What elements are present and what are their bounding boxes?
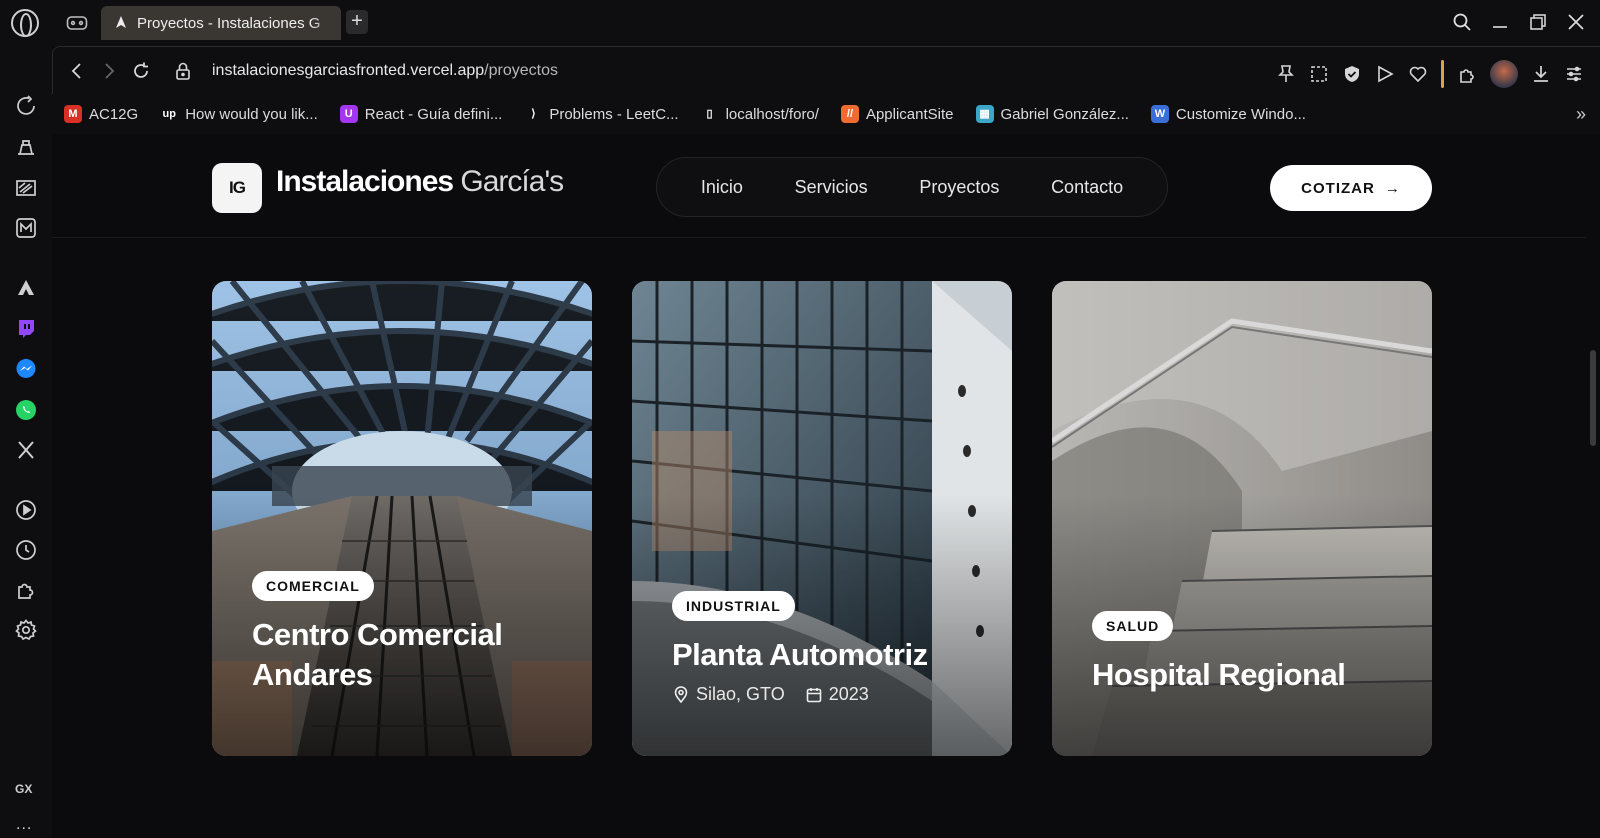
main-nav: Inicio Servicios Proyectos Contacto (656, 157, 1168, 217)
bookmark-item[interactable]: ▯ localhost/foro/ (700, 105, 819, 123)
nav-link-contacto[interactable]: Contacto (1051, 177, 1123, 198)
sidebar-extensions-icon[interactable] (14, 578, 38, 602)
gx-control-icon[interactable] (66, 14, 88, 32)
settings-icon[interactable] (14, 618, 38, 642)
bookmark-item[interactable]: up How would you lik... (160, 105, 318, 123)
whatsapp-icon[interactable] (14, 398, 38, 422)
project-title: Centro Comercial Andares (252, 617, 503, 692)
bookmark-item[interactable]: U React - Guía defini... (339, 105, 503, 123)
project-meta: Silao, GTO 2023 (672, 684, 869, 705)
gx-label[interactable]: GX (15, 782, 32, 796)
page-icon: ▯ (700, 105, 719, 123)
nav-link-inicio[interactable]: Inicio (701, 177, 743, 198)
heart-icon[interactable] (1408, 64, 1428, 84)
cotizar-label: COTIZAR (1301, 179, 1375, 197)
easy-setup-icon[interactable] (1564, 64, 1584, 84)
pin-icon[interactable] (1276, 64, 1296, 84)
tab-favicon-icon (113, 15, 129, 31)
sidebar-more-icon[interactable]: ... (16, 816, 32, 834)
player-icon[interactable] (14, 498, 38, 522)
location-pin-icon (672, 685, 690, 704)
bookmark-item[interactable]: M AC12G (64, 105, 138, 123)
bookmark-item[interactable]: // ApplicantSite (840, 105, 954, 123)
back-icon[interactable] (67, 61, 87, 81)
aria-icon[interactable] (14, 276, 38, 300)
profile-avatar[interactable] (1490, 60, 1518, 88)
bookmarks-bar: M AC12G up How would you lik... U React - Guí… (52, 94, 1600, 134)
project-title: Hospital Regional (1092, 657, 1346, 692)
browser-sidebar: GX ... (0, 46, 52, 838)
project-card-planta-automotriz[interactable]: INDUSTRIAL Planta Automotriz Silao, GTO … (632, 281, 1012, 756)
bookmark-label: localhost/foro/ (725, 105, 819, 123)
active-tab[interactable]: Proyectos - Instalaciones G (101, 6, 341, 40)
gmail-icon: M (64, 105, 82, 123)
music-player-icon[interactable] (14, 216, 38, 240)
leetcode-icon: ⟩ (524, 105, 543, 123)
udemy-icon: U (339, 105, 358, 123)
project-card-centro-comercial[interactable]: COMERCIAL Centro Comercial Andares (212, 281, 592, 756)
brand-name[interactable]: Instalaciones García's (276, 165, 564, 199)
nav-link-servicios[interactable]: Servicios (795, 177, 868, 198)
close-window-icon[interactable] (1566, 12, 1586, 32)
restore-icon[interactable] (1528, 12, 1548, 32)
bookmark-label: Gabriel González... (1000, 105, 1129, 123)
search-tabs-icon[interactable] (1452, 12, 1472, 32)
bookmark-item[interactable]: ▦ Gabriel González... (975, 105, 1129, 123)
bookmark-label: React - Guía defini... (364, 105, 503, 123)
toolbar-separator (1441, 60, 1444, 88)
download-icon[interactable] (1531, 64, 1551, 84)
page-scrollbar-thumb[interactable] (1590, 350, 1596, 446)
page-viewport: IG Instalaciones García's Inicio Servici… (52, 134, 1586, 838)
url-field[interactable]: instalacionesgarciasfronted.vercel.app/p… (212, 62, 558, 80)
upwork-icon: up (160, 105, 179, 123)
bookmarks-overflow-icon[interactable]: » (1576, 104, 1586, 125)
category-badge: COMERCIAL (252, 571, 374, 601)
messenger-icon[interactable] (14, 357, 38, 381)
x-twitter-icon[interactable] (14, 438, 38, 462)
history-icon[interactable] (14, 538, 38, 562)
bookmark-item[interactable]: W Customize Windo... (1150, 105, 1306, 123)
shield-icon[interactable] (1342, 64, 1362, 84)
minimize-icon[interactable] (1490, 12, 1510, 32)
category-badge: SALUD (1092, 611, 1174, 641)
applicantsite-icon: // (840, 105, 859, 123)
gx-corner-icon[interactable] (14, 94, 38, 118)
bookmark-label: AC12G (89, 105, 139, 123)
arrow-right-icon: → (1384, 179, 1401, 197)
play-icon[interactable] (1375, 64, 1395, 84)
bookmark-label: Problems - LeetC... (549, 105, 679, 123)
bookmark-label: ApplicantSite (865, 105, 954, 123)
profile-icon: ▦ (975, 105, 994, 123)
nav-link-proyectos[interactable]: Proyectos (919, 177, 999, 198)
forward-icon[interactable] (99, 61, 119, 81)
projects-grid: COMERCIAL Centro Comercial Andares INDUS… (212, 281, 1432, 756)
project-title: Planta Automotriz (672, 637, 928, 672)
gx-mods-icon[interactable] (14, 136, 38, 160)
project-card-hospital-regional[interactable]: SALUD Hospital Regional (1052, 281, 1432, 756)
calendar-icon (805, 686, 823, 704)
bookmark-label: Customize Windo... (1175, 105, 1306, 123)
cotizar-button[interactable]: COTIZAR → (1270, 165, 1432, 211)
address-bar: instalacionesgarciasfronted.vercel.app/p… (52, 46, 1600, 94)
twitch-icon[interactable] (14, 317, 38, 341)
gx-cleaner-icon[interactable] (14, 176, 38, 200)
bookmark-item[interactable]: ⟩ Problems - LeetC... (524, 105, 679, 123)
page-scrollbar-track[interactable] (1588, 134, 1600, 838)
site-header: IG Instalaciones García's Inicio Servici… (52, 134, 1586, 238)
reload-icon[interactable] (131, 61, 151, 81)
site-logo[interactable]: IG (212, 163, 262, 213)
category-badge: INDUSTRIAL (672, 591, 795, 621)
bookmark-label: How would you lik... (185, 105, 318, 123)
opera-menu-icon[interactable] (11, 9, 39, 37)
project-year: 2023 (828, 684, 869, 704)
project-location: Silao, GTO (696, 684, 785, 704)
windows-icon: W (1150, 105, 1169, 123)
new-tab-button[interactable]: + (346, 10, 368, 34)
snapshot-icon[interactable] (1309, 64, 1329, 84)
browser-titlebar: Proyectos - Instalaciones G + (0, 0, 1600, 46)
lock-icon[interactable] (173, 61, 193, 81)
tab-title: Proyectos - Instalaciones G (137, 14, 321, 32)
extensions-icon[interactable] (1457, 64, 1477, 84)
